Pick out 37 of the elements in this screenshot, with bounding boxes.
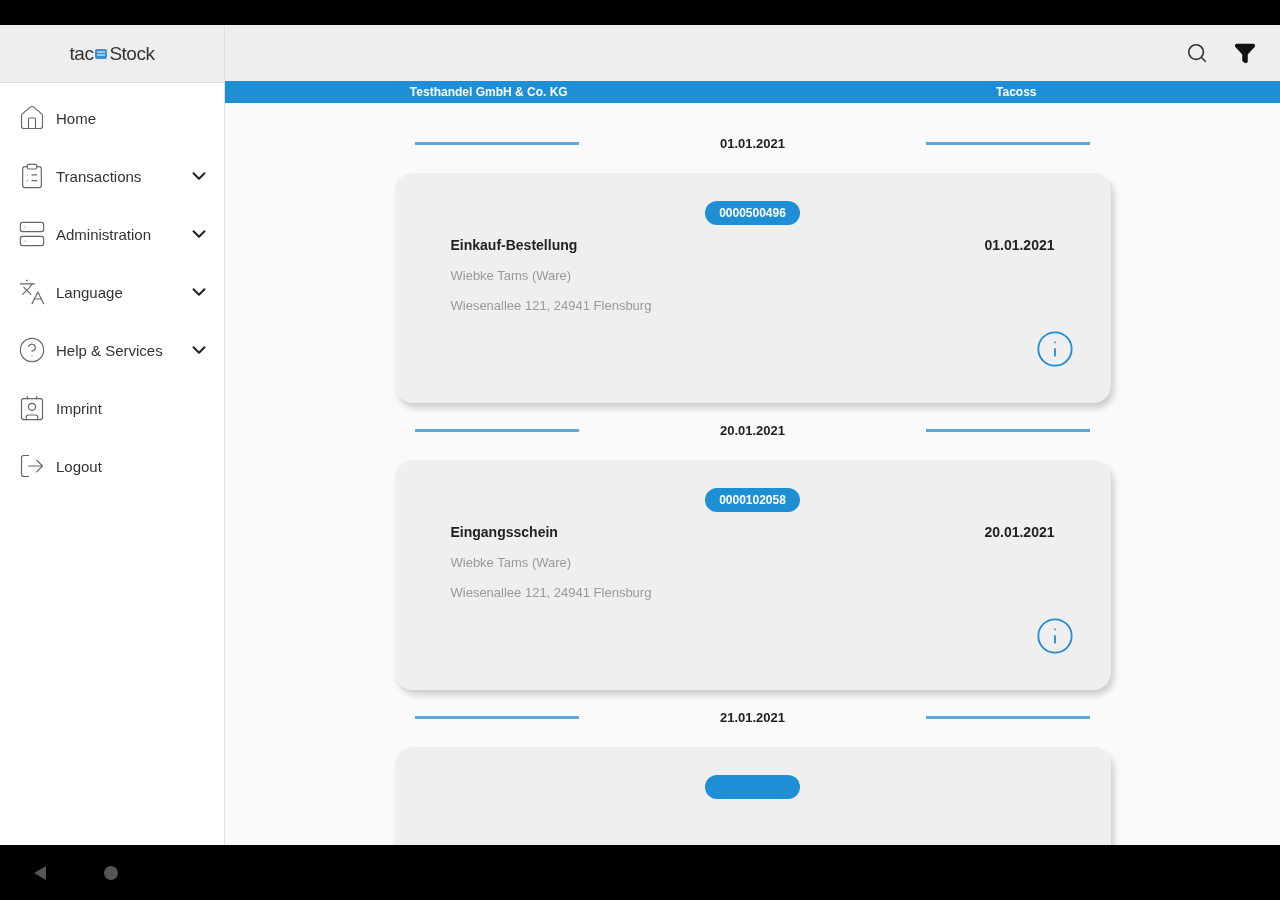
menu-icon [18, 278, 46, 306]
document-date: 20.01.2021 [984, 524, 1055, 540]
menu-icon [18, 336, 46, 364]
menu-icon [18, 394, 46, 422]
home-icon[interactable] [103, 864, 119, 881]
menu-icon [18, 452, 46, 480]
sidebar-item[interactable]: Transactions [0, 147, 224, 205]
date-separator: 20.01.2021 [719, 423, 786, 438]
user-name: Tacoss [995, 84, 1038, 101]
contact-name: Wiebke Tams (Ware) [450, 268, 573, 283]
sidebar-item[interactable]: Logout [0, 437, 224, 495]
number-badge: 0000500496 [705, 201, 800, 225]
sidebar-item[interactable]: Language [0, 263, 224, 321]
info-button[interactable] [1034, 329, 1075, 369]
sidebar-item[interactable]: Imprint [0, 379, 224, 437]
back-icon[interactable] [32, 864, 48, 881]
document-card[interactable]: 0000102058 Eingangsschein 20.01.2021 Wiebke Tams (Ware) Wiesenallee 121, 24941 Flensburg [394, 460, 1111, 690]
contact-name: Wiebke Tams (Ware) [450, 555, 573, 570]
number-badge: 0000102058 [705, 488, 800, 512]
logo: tac Stock [69, 42, 155, 65]
menu-icon [18, 104, 46, 132]
document-date: 01.01.2021 [984, 237, 1055, 253]
filter-icon[interactable] [1234, 42, 1256, 64]
address: Wiesenallee 121, 24941 Flensburg [450, 585, 653, 600]
date-separator: 01.01.2021 [719, 136, 786, 151]
sidebar-item[interactable]: Administration [0, 205, 224, 263]
document-type: Einkauf-Bestellung [450, 237, 578, 253]
document-card[interactable]: 0000500496 Einkauf-Bestellung 01.01.2021 Wiebke Tams (Ware) Wiesenallee 121, 24941 Flensburg [394, 173, 1111, 403]
address: Wiesenallee 121, 24941 Flensburg [450, 298, 653, 313]
info-button[interactable] [1034, 616, 1075, 656]
sidebar-item[interactable]: Home [0, 89, 224, 147]
company-name: Testhandel GmbH & Co. KG [408, 84, 569, 101]
menu-icon [18, 220, 46, 248]
date-separator: 21.01.2021 [719, 710, 786, 725]
search-icon[interactable] [1186, 42, 1208, 64]
document-type: Eingangsschein [450, 524, 558, 540]
sidebar-item[interactable]: Help & Services [0, 321, 224, 379]
